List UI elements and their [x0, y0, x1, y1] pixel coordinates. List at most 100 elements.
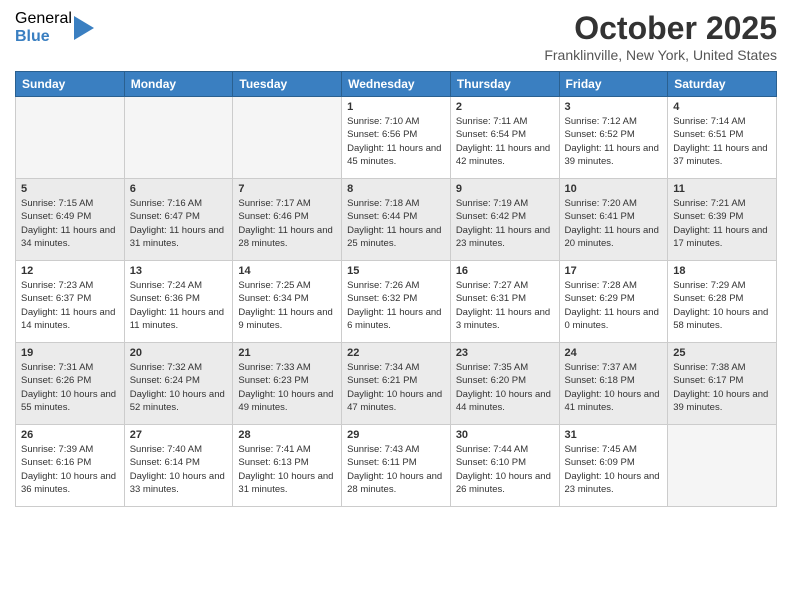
- day-info: Sunrise: 7:37 AMSunset: 6:18 PMDaylight:…: [565, 361, 663, 414]
- calendar-week-row: 12 Sunrise: 7:23 AMSunset: 6:37 PMDayligh…: [16, 261, 777, 343]
- day-info: Sunrise: 7:17 AMSunset: 6:46 PMDaylight:…: [238, 197, 336, 250]
- day-info-line: Sunset: 6:31 PM: [456, 292, 554, 305]
- day-info-line: Sunrise: 7:32 AM: [130, 361, 228, 374]
- day-info: Sunrise: 7:34 AMSunset: 6:21 PMDaylight:…: [347, 361, 445, 414]
- calendar-week-row: 19Sunrise: 7:31 AMSunset: 6:26 PMDayligh…: [16, 343, 777, 425]
- day-number: 5: [21, 183, 119, 195]
- day-number: 11: [673, 183, 771, 195]
- day-info-line: Sunrise: 7:34 AM: [347, 361, 445, 374]
- day-info-line: Daylight: 11 hours and 11 minutes.: [130, 306, 228, 333]
- day-info-line: Daylight: 10 hours and 39 minutes.: [673, 388, 771, 415]
- day-info: Sunrise: 7:20 AMSunset: 6:41 PMDaylight:…: [565, 197, 663, 250]
- table-row: [233, 97, 342, 179]
- day-number: 10: [565, 183, 663, 195]
- day-info-line: Sunset: 6:24 PM: [130, 374, 228, 387]
- calendar-week-row: 26Sunrise: 7:39 AMSunset: 6:16 PMDayligh…: [16, 425, 777, 507]
- day-number: 20: [130, 347, 228, 359]
- day-info-line: Daylight: 11 hours and 37 minutes.: [673, 142, 771, 169]
- day-info-line: Sunrise: 7:19 AM: [456, 197, 554, 210]
- day-info-line: Sunrise: 7:29 AM: [673, 279, 771, 292]
- calendar-week-row: 5Sunrise: 7:15 AMSunset: 6:49 PMDaylight…: [16, 179, 777, 261]
- day-number: 25: [673, 347, 771, 359]
- day-info-line: Sunrise: 7:41 AM: [238, 443, 336, 456]
- day-info-line: Sunset: 6:09 PM: [565, 456, 663, 469]
- page: General Blue October 2025 Franklinville,…: [0, 0, 792, 612]
- table-row: 13Sunrise: 7:24 AMSunset: 6:36 PMDayligh…: [124, 261, 233, 343]
- day-number: 12: [21, 265, 119, 277]
- logo-icon: [74, 16, 94, 40]
- day-info-line: Sunset: 6:44 PM: [347, 210, 445, 223]
- day-number: 30: [456, 429, 554, 441]
- table-row: 25Sunrise: 7:38 AMSunset: 6:17 PMDayligh…: [668, 343, 777, 425]
- table-row: 3Sunrise: 7:12 AMSunset: 6:52 PMDaylight…: [559, 97, 668, 179]
- day-info-line: Sunrise: 7:44 AM: [456, 443, 554, 456]
- day-info-line: Daylight: 11 hours and 34 minutes.: [21, 224, 119, 251]
- day-number: 15: [347, 265, 445, 277]
- day-info: Sunrise: 7:21 AMSunset: 6:39 PMDaylight:…: [673, 197, 771, 250]
- day-info-line: Sunset: 6:32 PM: [347, 292, 445, 305]
- table-row: [124, 97, 233, 179]
- day-info-line: Sunset: 6:11 PM: [347, 456, 445, 469]
- day-number: 29: [347, 429, 445, 441]
- day-info-line: Daylight: 11 hours and 31 minutes.: [130, 224, 228, 251]
- day-info-line: Daylight: 11 hours and 39 minutes.: [565, 142, 663, 169]
- day-info-line: Sunset: 6:39 PM: [673, 210, 771, 223]
- day-info: Sunrise: 7:11 AMSunset: 6:54 PMDaylight:…: [456, 115, 554, 168]
- table-row: 23Sunrise: 7:35 AMSunset: 6:20 PMDayligh…: [450, 343, 559, 425]
- logo: General Blue: [15, 10, 94, 45]
- day-info-line: Sunset: 6:20 PM: [456, 374, 554, 387]
- day-info-line: Sunrise: 7:25 AM: [238, 279, 336, 292]
- day-number: 6: [130, 183, 228, 195]
- day-info: Sunrise: 7:10 AMSunset: 6:56 PMDaylight:…: [347, 115, 445, 168]
- table-row: 16 Sunrise: 7:27 AMSunset: 6:31 PMDayligh…: [450, 261, 559, 343]
- day-number: 24: [565, 347, 663, 359]
- day-info-line: Daylight: 10 hours and 26 minutes.: [456, 470, 554, 497]
- day-info: Sunrise: 7:18 AMSunset: 6:44 PMDaylight:…: [347, 197, 445, 250]
- calendar-table: Sunday Monday Tuesday Wednesday Thursday…: [15, 71, 777, 507]
- day-info-line: Daylight: 11 hours and 25 minutes.: [347, 224, 445, 251]
- day-info: Sunrise: 7:44 AMSunset: 6:10 PMDaylight:…: [456, 443, 554, 496]
- day-info-line: Sunset: 6:17 PM: [673, 374, 771, 387]
- header-thursday: Thursday: [450, 72, 559, 97]
- day-info-line: Sunrise: 7:18 AM: [347, 197, 445, 210]
- day-info-line: Sunrise: 7:15 AM: [21, 197, 119, 210]
- header-sunday: Sunday: [16, 72, 125, 97]
- day-info-line: Sunset: 6:23 PM: [238, 374, 336, 387]
- table-row: 17Sunrise: 7:28 AMSunset: 6:29 PMDayligh…: [559, 261, 668, 343]
- table-row: 4Sunrise: 7:14 AMSunset: 6:51 PMDaylight…: [668, 97, 777, 179]
- logo-general: General: [15, 10, 72, 28]
- day-info-line: Daylight: 11 hours and 45 minutes.: [347, 142, 445, 169]
- day-info: Sunrise: 7:32 AMSunset: 6:24 PMDaylight:…: [130, 361, 228, 414]
- day-info: Sunrise: 7:27 AMSunset: 6:31 PMDaylight:…: [456, 279, 554, 332]
- day-info-line: Sunset: 6:16 PM: [21, 456, 119, 469]
- day-info-line: Sunrise: 7:11 AM: [456, 115, 554, 128]
- day-info-line: Daylight: 10 hours and 23 minutes.: [565, 470, 663, 497]
- day-info-line: Sunset: 6:13 PM: [238, 456, 336, 469]
- table-row: 9Sunrise: 7:19 AMSunset: 6:42 PMDaylight…: [450, 179, 559, 261]
- day-info: Sunrise: 7:29 AMSunset: 6:28 PMDaylight:…: [673, 279, 771, 332]
- day-info-line: Sunset: 6:56 PM: [347, 128, 445, 141]
- day-info: Sunrise: 7:31 AMSunset: 6:26 PMDaylight:…: [21, 361, 119, 414]
- day-info-line: Sunset: 6:42 PM: [456, 210, 554, 223]
- day-number: 16: [456, 265, 554, 277]
- day-info: Sunrise: 7:16 AMSunset: 6:47 PMDaylight:…: [130, 197, 228, 250]
- day-info-line: Daylight: 11 hours and 28 minutes.: [238, 224, 336, 251]
- title-section: October 2025 Franklinville, New York, Un…: [544, 10, 777, 63]
- day-info-line: Daylight: 10 hours and 58 minutes.: [673, 306, 771, 333]
- table-row: 18Sunrise: 7:29 AMSunset: 6:28 PMDayligh…: [668, 261, 777, 343]
- day-info-line: Sunrise: 7:23 AM: [21, 279, 119, 292]
- day-info-line: Daylight: 11 hours and 23 minutes.: [456, 224, 554, 251]
- day-info-line: Sunset: 6:46 PM: [238, 210, 336, 223]
- day-info-line: Sunrise: 7:33 AM: [238, 361, 336, 374]
- day-info-line: Sunrise: 7:40 AM: [130, 443, 228, 456]
- day-info: Sunrise: 7:23 AMSunset: 6:37 PMDaylight:…: [21, 279, 119, 332]
- table-row: 29Sunrise: 7:43 AMSunset: 6:11 PMDayligh…: [342, 425, 451, 507]
- table-row: 26Sunrise: 7:39 AMSunset: 6:16 PMDayligh…: [16, 425, 125, 507]
- table-row: 2Sunrise: 7:11 AMSunset: 6:54 PMDaylight…: [450, 97, 559, 179]
- day-number: 21: [238, 347, 336, 359]
- day-number: 14: [238, 265, 336, 277]
- day-info-line: Daylight: 11 hours and 0 minutes.: [565, 306, 663, 333]
- day-info-line: Daylight: 11 hours and 9 minutes.: [238, 306, 336, 333]
- day-number: 27: [130, 429, 228, 441]
- day-info-line: Daylight: 10 hours and 33 minutes.: [130, 470, 228, 497]
